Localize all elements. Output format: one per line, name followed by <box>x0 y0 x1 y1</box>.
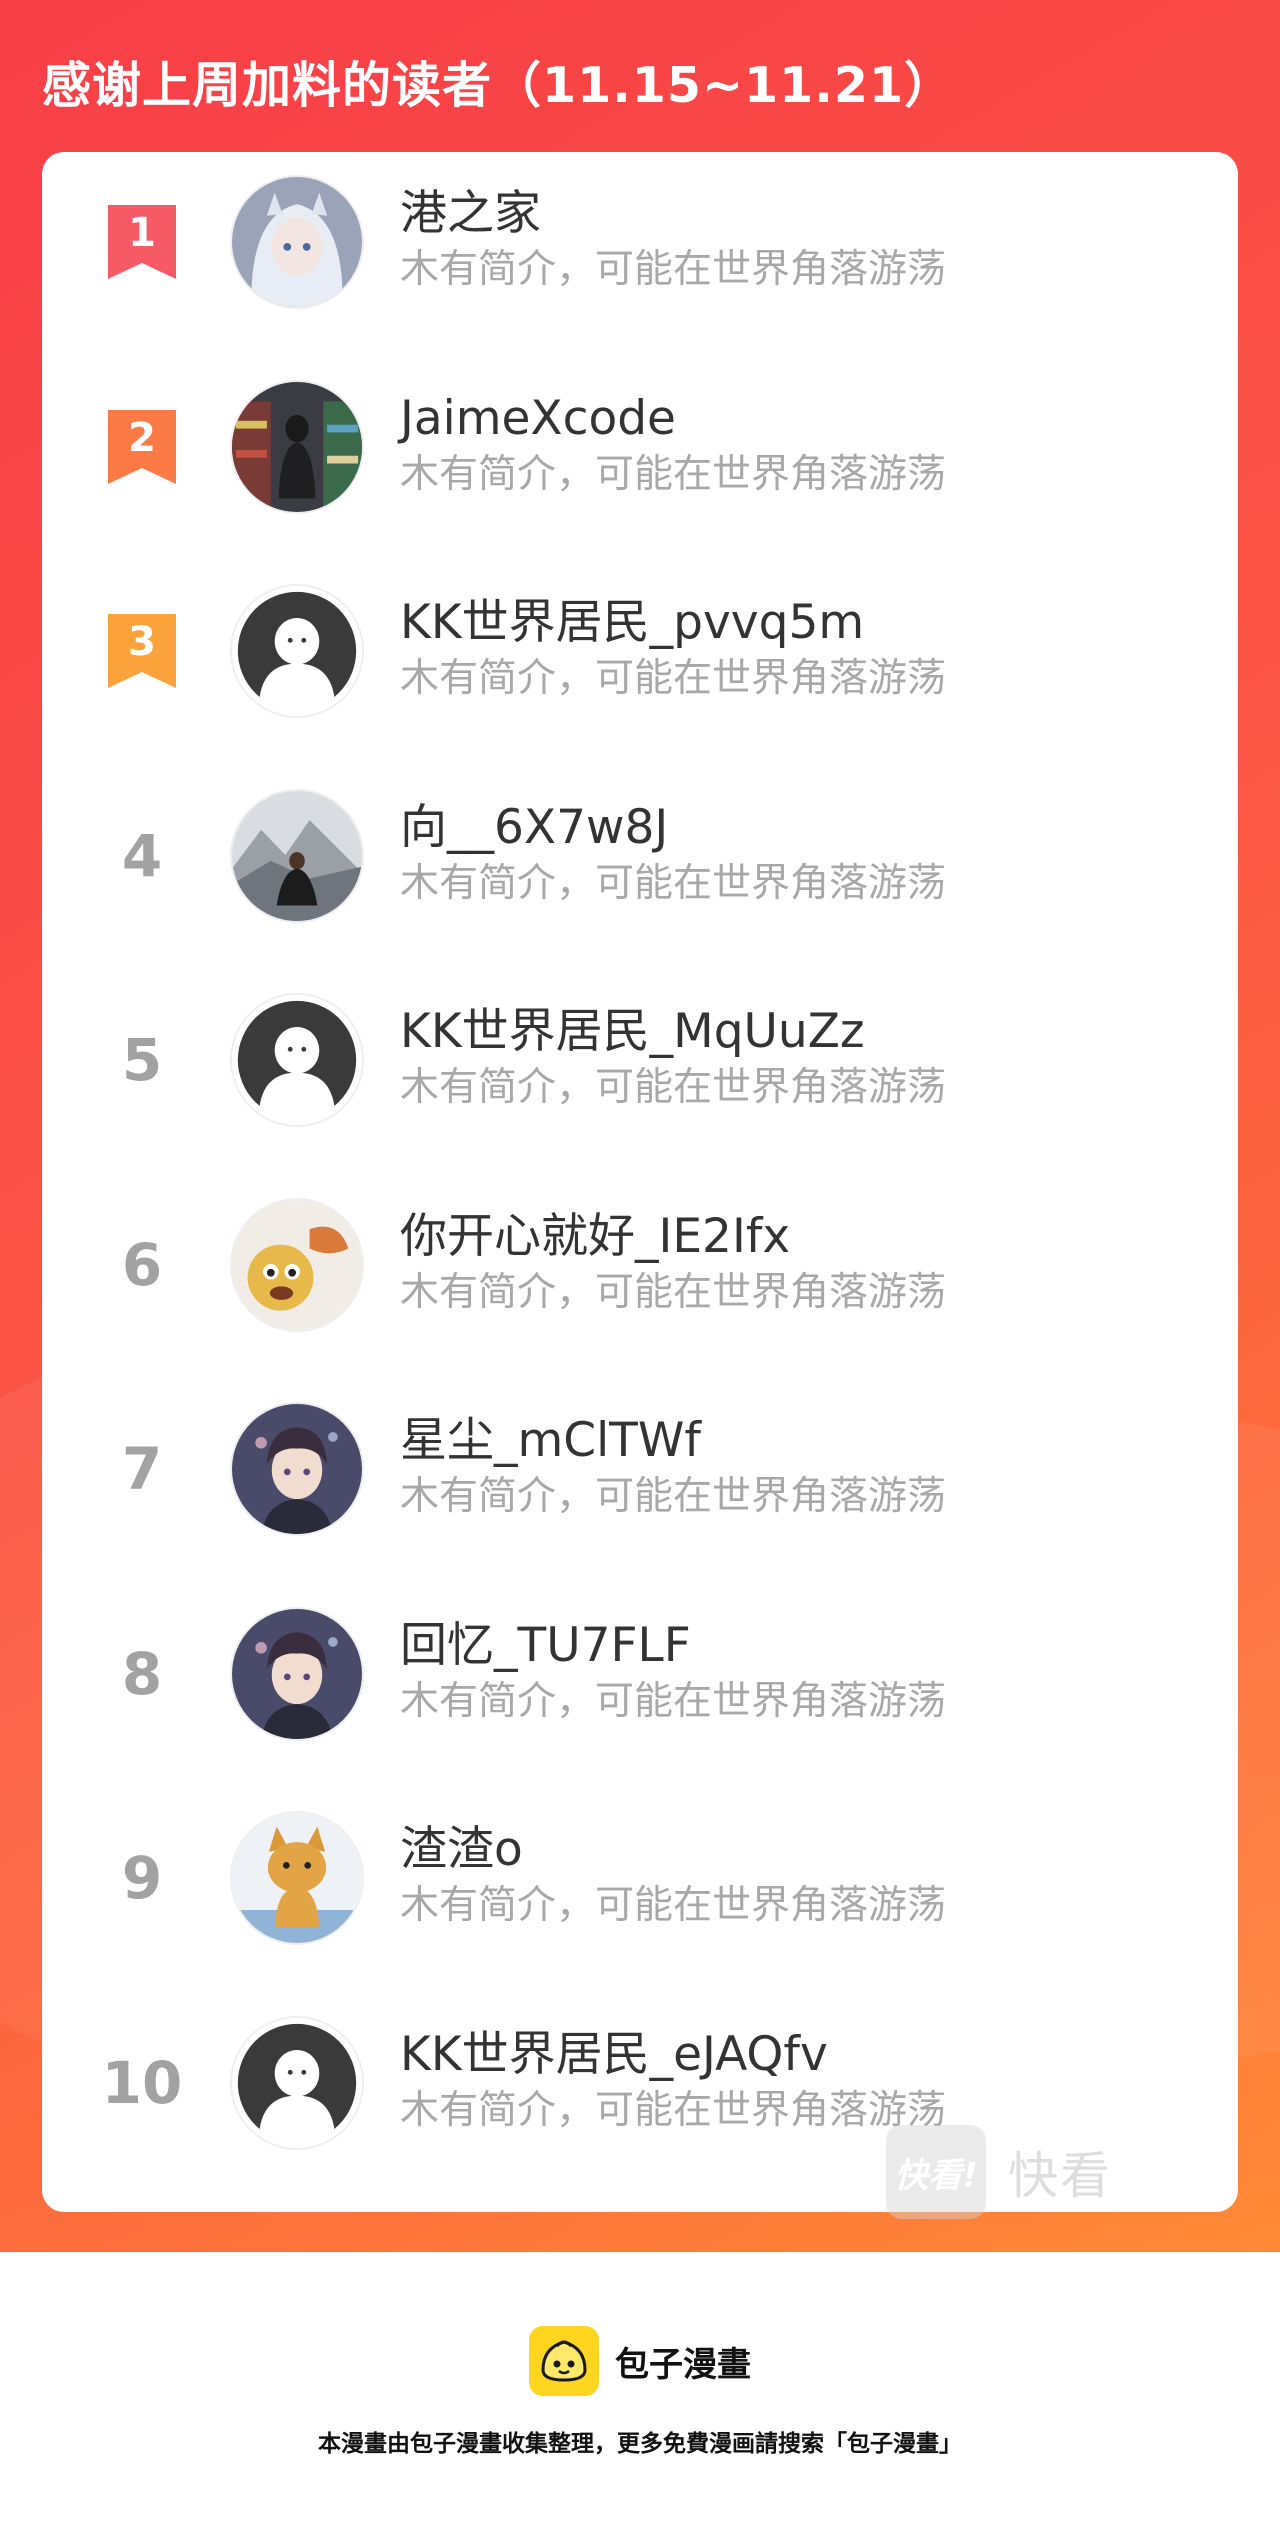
rank-number: 7 <box>121 1435 163 1503</box>
user-bio: 木有简介，可能在世界角落游荡 <box>400 1474 947 1519</box>
rank-number: 5 <box>121 1026 163 1094</box>
rank-number: 10 <box>101 2048 183 2117</box>
leaderboard-card: 1 港之家 木有简介，可能在世界角落游荡 2 JaimeXcode 木有简介，可能在世界角… <box>42 152 1238 2212</box>
leaderboard-row[interactable]: 6 你开心就好_IE2Ifx 木有简介，可能在世界角落游荡 <box>42 1185 1238 1345</box>
brand-name: 包子漫畫 <box>615 2344 751 2385</box>
baozi-logo-icon <box>529 2326 599 2396</box>
rank-number: 8 <box>121 1639 163 1708</box>
user-bio: 木有简介，可能在世界角落游荡 <box>400 1269 947 1315</box>
user-bio: 木有简介，可能在世界角落游荡 <box>400 860 947 906</box>
watermark-text: 快看 <box>1008 2147 1112 2205</box>
user-bio: 木有简介，可能在世界角落游荡 <box>400 2087 947 2133</box>
rank-number: 3 <box>128 619 156 665</box>
user-bio: 木有简介，可能在世界角落游荡 <box>400 451 947 497</box>
footer-note: 本漫畫由包子漫畫收集整理，更多免費漫画請搜索「包子漫畫」 <box>318 2431 962 2457</box>
rank-number: 2 <box>128 414 156 461</box>
default-user-avatar-icon[interactable] <box>230 584 364 718</box>
user-name[interactable]: 渣渣o <box>400 1822 523 1878</box>
user-name[interactable]: 回忆_TU7FLF <box>400 1618 691 1674</box>
page-title: 感谢上周加料的读者（11.15~11.21） <box>42 57 955 114</box>
leaderboard-row[interactable]: 9 渣渣o 木有简介，可能在世界角落游荡 <box>42 1798 1238 1958</box>
user-bio: 木有简介，可能在世界角落游荡 <box>400 247 947 292</box>
leaderboard-row[interactable]: 4 向__6X7w8J 木有简介，可能在世界角落游荡 <box>42 776 1238 936</box>
user-bio: 木有简介，可能在世界角落游荡 <box>400 656 947 701</box>
leaderboard-row[interactable]: 2 JaimeXcode 木有简介，可能在世界角落游荡 <box>42 367 1238 527</box>
rank-medal: 3 <box>92 571 192 731</box>
user-name[interactable]: 星尘_mClTWf <box>400 1413 701 1469</box>
rank-number: 1 <box>128 210 156 256</box>
anime-boy-avatar-icon[interactable] <box>230 1606 364 1741</box>
cartoon-dog-avatar-icon[interactable] <box>230 1197 364 1332</box>
rank-number: 4 <box>121 821 163 890</box>
rank-number: 9 <box>121 1844 163 1912</box>
ribbon-badge-icon: 2 <box>108 409 176 484</box>
store-aisle-photo-avatar-icon[interactable] <box>230 379 364 514</box>
leaderboard-row[interactable]: 7 星尘_mClTWf 木有简介，可能在世界角落游荡 <box>42 1389 1238 1549</box>
user-bio: 木有简介，可能在世界角落游荡 <box>400 1065 947 1110</box>
user-name[interactable]: JaimeXcode <box>400 391 676 447</box>
default-user-avatar-icon[interactable] <box>230 2015 364 2150</box>
kuaikan-logo-icon: 快看! <box>886 2125 986 2219</box>
leaderboard-row[interactable]: 8 回忆_TU7FLF 木有简介，可能在世界角落游荡 <box>42 1594 1238 1754</box>
user-name[interactable]: KK世界居民_pvvq5m <box>400 595 864 651</box>
shiba-dog-avatar-icon[interactable] <box>230 1811 364 1945</box>
user-bio: 木有简介，可能在世界角落游荡 <box>400 1678 947 1724</box>
user-name[interactable]: 你开心就好_IE2Ifx <box>400 1209 790 1265</box>
footer-brand[interactable]: 包子漫畫 <box>0 2326 1280 2396</box>
rank-medal: 1 <box>92 162 192 322</box>
rank-medal: 2 <box>92 367 192 527</box>
kuaikan-watermark: 快看! 快看 <box>886 2122 1186 2222</box>
mountain-photo-avatar-icon[interactable] <box>230 788 364 923</box>
leaderboard-row[interactable]: 5 KK世界居民_MqUuZz 木有简介，可能在世界角落游荡 <box>42 980 1238 1140</box>
ribbon-badge-icon: 1 <box>108 205 176 279</box>
user-name[interactable]: KK世界居民_MqUuZz <box>400 1004 865 1060</box>
anime-boy-avatar-icon[interactable] <box>230 1402 364 1536</box>
leaderboard-row[interactable]: 1 港之家木有简介，可能在世界角落游荡 <box>42 162 1238 322</box>
user-name[interactable]: 港之家 <box>400 186 541 242</box>
rank-number: 6 <box>121 1230 163 1299</box>
ribbon-badge-icon: 3 <box>108 614 176 688</box>
leaderboard-row[interactable]: 3 KK世界居民_pvvq5m 木有简介，可能在世界角落游荡 <box>42 571 1238 731</box>
user-name[interactable]: 向__6X7w8J <box>400 800 668 856</box>
default-user-avatar-icon[interactable] <box>230 993 364 1127</box>
user-bio: 木有简介，可能在世界角落游荡 <box>400 1883 947 1928</box>
user-name[interactable]: KK世界居民_eJAQfv <box>400 2027 828 2083</box>
anime-girl-avatar-icon[interactable] <box>230 175 364 309</box>
